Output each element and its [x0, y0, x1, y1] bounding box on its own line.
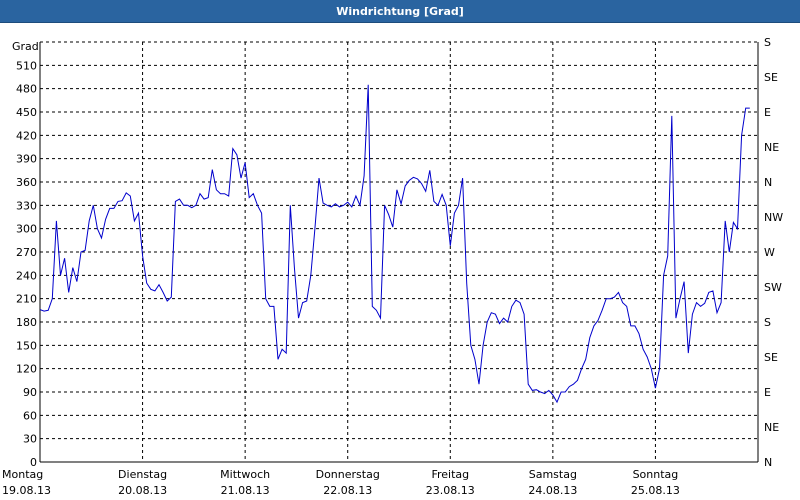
compass-tick-label: SE [764, 351, 778, 364]
x-date-label: 19.08.13 [2, 484, 51, 497]
x-day-label: Sonntag [633, 468, 679, 481]
axes [39, 42, 759, 463]
compass-tick-label: W [764, 246, 775, 259]
y-axis-title: Grad [12, 40, 39, 53]
y-tick-label: 30 [23, 433, 37, 446]
series-layer [39, 84, 750, 404]
x-date-label: 23.08.13 [426, 484, 475, 497]
compass-tick-label: NW [764, 211, 783, 224]
x-day-label: Montag [2, 468, 43, 481]
compass-tick-label: N [764, 456, 772, 469]
y-tick-label: 360 [16, 176, 37, 189]
y-tick-label: 210 [16, 293, 37, 306]
x-date-label: 24.08.13 [528, 484, 577, 497]
y-tick-label: 120 [16, 363, 37, 376]
window-titlebar: Windrichtung [Grad] [0, 0, 800, 23]
y-tick-label: 390 [16, 153, 37, 166]
x-date-label: 25.08.13 [631, 484, 680, 497]
compass-tick-label: N [764, 176, 772, 189]
compass-tick-label: E [764, 386, 771, 399]
x-day-label: Donnerstag [316, 468, 380, 481]
grid [40, 41, 758, 463]
y-tick-label: 450 [16, 106, 37, 119]
compass-tick-label: NE [764, 421, 779, 434]
compass-tick-label: NE [764, 141, 779, 154]
wind-direction-chart: 0306090120150180210240270300330360390420… [2, 36, 783, 497]
y-tick-label: 270 [16, 246, 37, 259]
x-day-label: Samstag [529, 468, 577, 481]
series-line [39, 84, 750, 404]
window-title: Windrichtung [Grad] [336, 4, 464, 18]
x-date-label: 20.08.13 [118, 484, 167, 497]
compass-tick-label: SE [764, 71, 778, 84]
compass-tick-label: SW [764, 281, 782, 294]
y-tick-label: 150 [16, 339, 37, 352]
axis-labels: 0306090120150180210240270300330360390420… [2, 36, 783, 497]
x-date-label: 22.08.13 [323, 484, 372, 497]
x-date-label: 21.08.13 [221, 484, 270, 497]
compass-tick-label: E [764, 106, 771, 119]
y-tick-label: 300 [16, 223, 37, 236]
compass-tick-label: S [764, 316, 771, 329]
y-tick-label: 330 [16, 199, 37, 212]
y-tick-label: 240 [16, 269, 37, 282]
y-tick-label: 90 [23, 386, 37, 399]
compass-tick-label: S [764, 36, 771, 49]
x-day-label: Freitag [431, 468, 469, 481]
x-day-label: Mittwoch [220, 468, 270, 481]
y-tick-label: 420 [16, 129, 37, 142]
chart-window: Windrichtung [Grad] 0 30 60 90 120 150 180 210 2… [0, 0, 800, 500]
y-tick-label: 480 [16, 83, 37, 96]
y-tick-label: 180 [16, 316, 37, 329]
y-tick-label: 60 [23, 409, 37, 422]
x-day-label: Dienstag [118, 468, 167, 481]
y-tick-label: 510 [16, 59, 37, 72]
